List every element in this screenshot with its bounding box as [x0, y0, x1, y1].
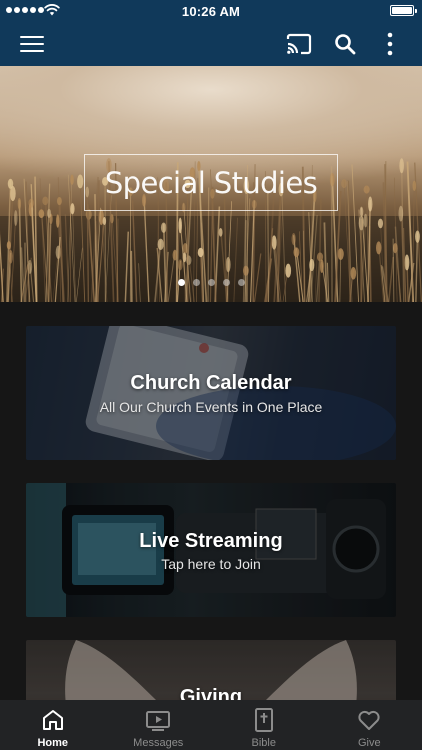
tab-bible-label: Bible	[251, 737, 276, 749]
hero-title: Special Studies	[104, 165, 318, 200]
tab-bible[interactable]: Bible	[211, 700, 317, 750]
status-bar: 10:26 AM	[0, 0, 422, 22]
live-streaming-card[interactable]: Live Streaming Tap here to Join	[26, 483, 396, 617]
carousel-dot-1[interactable]	[177, 279, 185, 286]
tab-home-label: Home	[37, 737, 69, 749]
status-time: 10:26 AM	[181, 4, 241, 19]
church-calendar-card[interactable]: Church Calendar All Our Church Events in…	[26, 326, 396, 460]
app-bar	[0, 22, 422, 66]
tab-home[interactable]: Home	[0, 700, 106, 750]
cast-icon[interactable]	[286, 32, 312, 56]
hero-banner[interactable]: Special Studies	[0, 66, 422, 302]
streaming-card-subtitle: Tap here to Join	[161, 556, 261, 572]
search-icon[interactable]	[333, 32, 357, 56]
tab-give-label: Give	[357, 737, 381, 749]
carousel-dot-3[interactable]	[207, 279, 215, 286]
tab-messages[interactable]: Messages	[106, 700, 212, 750]
tab-give[interactable]: Give	[317, 700, 422, 750]
carousel-dot-2[interactable]	[192, 279, 200, 286]
more-vertical-icon[interactable]	[378, 31, 402, 57]
heart-icon	[358, 710, 380, 730]
video-player-icon	[146, 711, 171, 731]
home-icon	[42, 710, 63, 730]
battery-icon	[390, 5, 417, 16]
carousel-indicator	[0, 279, 422, 286]
hero-title-frame: Special Studies	[84, 154, 338, 211]
bible-icon	[254, 708, 273, 732]
tab-messages-label: Messages	[133, 737, 184, 749]
carousel-dot-4[interactable]	[222, 279, 230, 286]
calendar-card-title: Church Calendar	[130, 372, 292, 394]
streaming-card-title: Live Streaming	[139, 530, 283, 552]
calendar-card-subtitle: All Our Church Events in One Place	[99, 399, 323, 415]
bottom-tab-bar: Home Messages Bible Give	[0, 700, 422, 750]
carousel-dot-5[interactable]	[237, 279, 245, 286]
hamburger-menu-icon[interactable]	[20, 33, 44, 55]
battery-level	[392, 7, 412, 14]
